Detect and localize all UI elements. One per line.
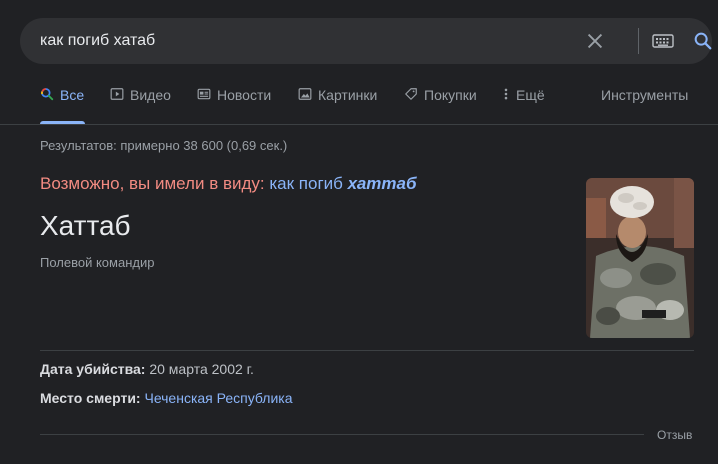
tab-shopping-label: Покупки (424, 87, 477, 103)
fact-death-date-value: 20 марта 2002 г. (149, 361, 254, 377)
did-you-mean: Возможно, вы имели в виду: как погиб хат… (40, 174, 417, 194)
entity-subtitle: Полевой командир (40, 255, 155, 270)
panel-divider (40, 350, 694, 351)
tab-all-label: Все (60, 87, 85, 103)
tab-video-label: Видео (130, 87, 171, 103)
fact-death-place: Место смерти: Чеченская Республика (40, 390, 292, 406)
tab-news[interactable]: Новости (197, 86, 271, 124)
tab-all[interactable]: Все (40, 86, 85, 124)
tab-images-label: Картинки (318, 87, 378, 103)
search-bar-divider (638, 28, 639, 54)
did-you-mean-link-text: как погиб (269, 174, 343, 193)
did-you-mean-prefix: Возможно, вы имели в виду: (40, 174, 265, 193)
tabs-divider (0, 124, 718, 125)
more-vert-icon (504, 88, 508, 100)
tools-button[interactable]: Инструменты (601, 86, 688, 124)
fact-death-date-label: Дата убийства: (40, 361, 146, 377)
feedback-link[interactable]: Отзыв (657, 428, 692, 442)
entity-photo[interactable] (586, 178, 694, 338)
did-you-mean-link-correction: хаттаб (347, 174, 417, 193)
keyboard-icon[interactable] (652, 33, 674, 49)
search-input[interactable] (40, 18, 560, 64)
image-icon (298, 88, 312, 100)
entity-title: Хаттаб (40, 210, 131, 241)
tools-label: Инструменты (601, 87, 689, 103)
feedback-divider (40, 434, 644, 435)
tag-icon (405, 88, 417, 100)
fact-death-place-label: Место смерти: (40, 390, 141, 406)
fact-death-date: Дата убийства: 20 марта 2002 г. (40, 361, 254, 377)
search-icon (41, 88, 54, 101)
tab-more-label: Ещё (516, 87, 545, 103)
tab-images[interactable]: Картинки (298, 86, 377, 124)
search-icon[interactable] (692, 30, 714, 52)
news-icon (197, 88, 211, 100)
close-icon[interactable] (584, 30, 606, 52)
results-stats: Результатов: примерно 38 600 (0,69 сек.) (40, 138, 288, 153)
tab-news-label: Новости (217, 87, 272, 103)
search-bar (20, 18, 712, 64)
tab-more[interactable]: Ещё (502, 86, 545, 124)
did-you-mean-link[interactable]: как погиб хаттаб (269, 174, 416, 193)
fact-death-place-link[interactable]: Чеченская Республика (144, 390, 292, 406)
play-icon (110, 88, 124, 100)
search-tabs: Все Видео Новости Картинки Покупки Ещё И… (0, 86, 718, 124)
tab-shopping[interactable]: Покупки (404, 86, 477, 124)
tab-video[interactable]: Видео (110, 86, 171, 124)
